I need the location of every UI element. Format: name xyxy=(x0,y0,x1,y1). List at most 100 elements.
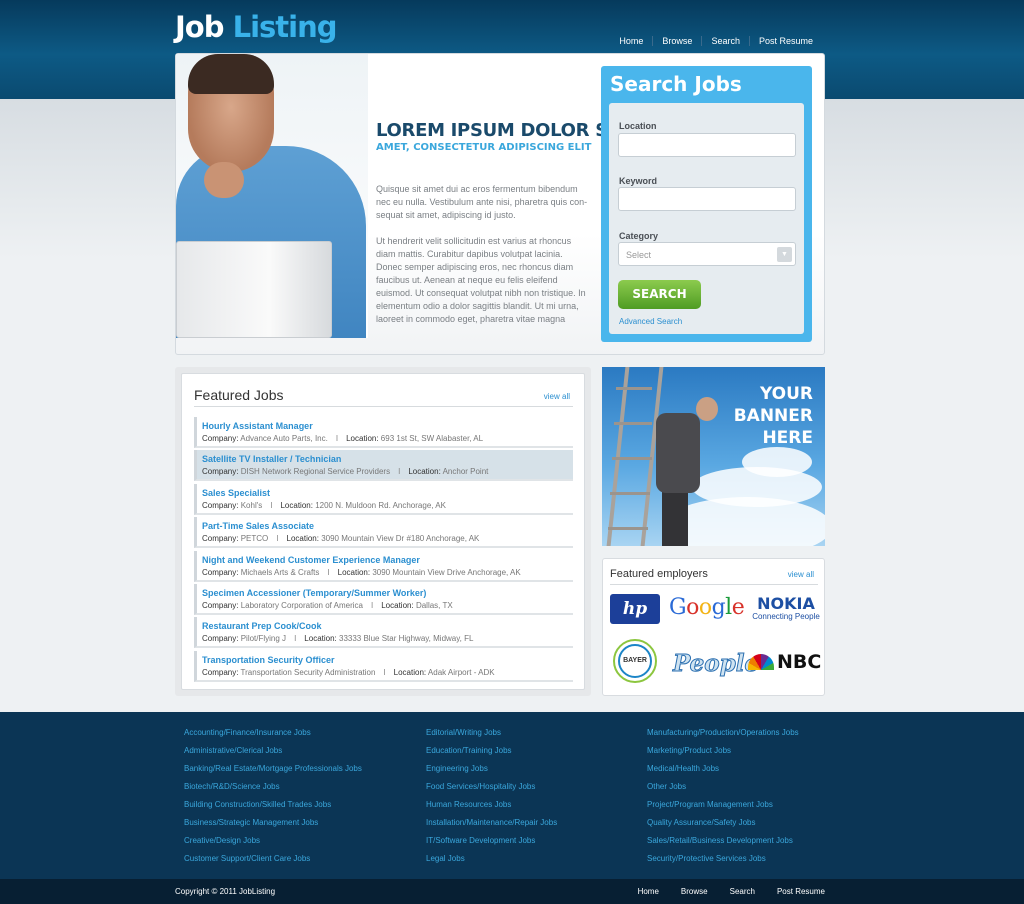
footer-category-link[interactable]: Food Services/Hospitality Jobs xyxy=(426,778,557,796)
location-label: Location: xyxy=(408,467,441,477)
ad-banner[interactable]: YOUR BANNER HERE xyxy=(602,367,825,546)
footer-category-link[interactable]: Project/Program Management Jobs xyxy=(647,796,799,814)
job-meta: Company: DISH Network Regional Service P… xyxy=(202,467,488,476)
job-row[interactable]: Part-Time Sales Associate Company: PETCO I… xyxy=(194,517,573,549)
job-meta: Company: Michaels Arts & Crafts I Location… xyxy=(202,568,521,577)
divider xyxy=(610,584,818,585)
nav-search[interactable]: Search xyxy=(701,36,749,46)
location-input[interactable] xyxy=(618,133,796,157)
advanced-search-link[interactable]: Advanced Search xyxy=(619,317,682,326)
location-label: Location: xyxy=(337,567,371,577)
footer-category-link[interactable]: Building Construction/Skilled Trades Job… xyxy=(184,796,362,814)
job-title-link[interactable]: Part-Time Sales Associate xyxy=(202,521,314,531)
job-title-link[interactable]: Night and Weekend Customer Experience Ma… xyxy=(202,555,420,565)
job-row[interactable]: Hourly Assistant Manager Company: Advance… xyxy=(194,417,573,448)
job-row[interactable]: Sales Specialist Company: Kohl's I Location… xyxy=(194,483,573,515)
location-value: 3090 Mountain View Drive Anchorage, AK xyxy=(372,567,521,577)
footer-category-link[interactable]: Administrative/Clerical Jobs xyxy=(184,742,362,760)
footer-nav: Home Browse Search Post Resume xyxy=(616,887,825,896)
nokia-logo-tagline: Connecting People xyxy=(752,612,820,621)
location-label: Location: xyxy=(393,667,427,677)
company-label: Company: xyxy=(202,434,239,443)
footer-category-link[interactable]: Security/Protective Services Jobs xyxy=(647,850,799,868)
job-row[interactable]: Transportation Security Officer Company: … xyxy=(194,650,573,682)
company-label: Company: xyxy=(202,467,239,477)
footer-category-link[interactable]: Marketing/Product Jobs xyxy=(647,742,799,760)
people-logo[interactable]: People xyxy=(672,650,759,678)
meta-separator: I xyxy=(270,500,273,510)
job-title-link[interactable]: Sales Specialist xyxy=(202,488,270,498)
logo-word-listing: Listing xyxy=(232,10,338,44)
footer-category-link[interactable]: Other Jobs xyxy=(647,778,799,796)
job-row[interactable]: Satellite TV Installer / Technician Compa… xyxy=(194,450,573,482)
job-title-link[interactable]: Transportation Security Officer xyxy=(202,655,335,665)
job-meta: Company: PETCO I Location: 3090 Mountain V… xyxy=(202,534,479,543)
footer-nav-home[interactable]: Home xyxy=(638,887,659,896)
meta-separator: I xyxy=(327,567,330,577)
footer-category-link[interactable]: Editorial/Writing Jobs xyxy=(426,724,557,742)
job-row[interactable]: Restaurant Prep Cook/Cook Company: Pilot/… xyxy=(194,617,573,649)
job-row[interactable]: Night and Weekend Customer Experience Ma… xyxy=(194,550,573,582)
meta-separator: I xyxy=(398,467,401,477)
hero-paragraph-1: Quisque sit amet dui ac eros fermentum b… xyxy=(376,184,588,220)
job-title-link[interactable]: Hourly Assistant Manager xyxy=(202,421,313,431)
google-logo[interactable]: Google xyxy=(669,595,745,620)
meta-separator: I xyxy=(371,601,374,610)
hero-subtitle: AMET, CONSECTETUR ADIPISCING ELIT xyxy=(376,142,592,153)
nav-home[interactable]: Home xyxy=(610,36,652,46)
footer-category-link[interactable]: Sales/Retail/Business Development Jobs xyxy=(647,832,799,850)
location-value: Anchor Point xyxy=(442,467,489,477)
footer-category-link[interactable]: Engineering Jobs xyxy=(426,760,557,778)
footer-category-link[interactable]: Quality Assurance/Safety Jobs xyxy=(647,814,799,832)
job-title-link[interactable]: Specimen Accessioner (Temporary/Summer W… xyxy=(202,588,426,598)
hero-title: LOREM IPSUM DOLOR SIT xyxy=(376,120,627,141)
hp-logo[interactable]: hp xyxy=(610,594,660,624)
nbc-logo[interactable]: NBC xyxy=(748,651,821,673)
nav-post-resume[interactable]: Post Resume xyxy=(748,36,822,46)
featured-employers-view-all[interactable]: view all xyxy=(788,570,814,579)
footer-nav-browse[interactable]: Browse xyxy=(681,887,708,896)
footer-category-link[interactable]: Creative/Design Jobs xyxy=(184,832,362,850)
nbc-logo-text: NBC xyxy=(777,651,822,673)
footer-nav-post-resume[interactable]: Post Resume xyxy=(777,887,825,896)
peacock-icon xyxy=(748,654,774,670)
footer-category-link[interactable]: Education/Training Jobs xyxy=(426,742,557,760)
featured-jobs-view-all[interactable]: view all xyxy=(544,392,570,401)
keyword-input[interactable] xyxy=(618,187,796,211)
site-logo[interactable]: Job Listing xyxy=(175,10,338,44)
company-label: Company: xyxy=(202,500,239,510)
footer-category-link[interactable]: Human Resources Jobs xyxy=(426,796,557,814)
footer-category-link[interactable]: Manufacturing/Production/Operations Jobs xyxy=(647,724,799,742)
footer-category-link[interactable]: Accounting/Finance/Insurance Jobs xyxy=(184,724,362,742)
footer-category-link[interactable]: IT/Software Development Jobs xyxy=(426,832,557,850)
nokia-logo[interactable]: NOKIA Connecting People xyxy=(750,596,822,622)
footer-category-link[interactable]: Installation/Maintenance/Repair Jobs xyxy=(426,814,557,832)
footer-category-link[interactable]: Legal Jobs xyxy=(426,850,557,868)
job-title-link[interactable]: Satellite TV Installer / Technician xyxy=(202,454,341,464)
footer-category-link[interactable]: Business/Strategic Management Jobs xyxy=(184,814,362,832)
bayer-logo[interactable]: BAYER xyxy=(613,639,657,683)
banner-line-1: YOUR xyxy=(759,384,813,404)
meta-separator: I xyxy=(383,667,386,677)
company-label: Company: xyxy=(202,667,239,677)
keyword-label: Keyword xyxy=(619,176,658,186)
footer-nav-search[interactable]: Search xyxy=(730,887,755,896)
job-row[interactable]: Specimen Accessioner (Temporary/Summer W… xyxy=(194,584,573,615)
footer-category-link[interactable]: Medical/Health Jobs xyxy=(647,760,799,778)
company-label: Company: xyxy=(202,534,239,544)
job-title-link[interactable]: Restaurant Prep Cook/Cook xyxy=(202,621,322,631)
featured-jobs-panel: Featured Jobs view all Hourly Assistant … xyxy=(175,367,591,696)
location-label: Location xyxy=(619,121,657,131)
search-button[interactable]: SEARCH xyxy=(618,280,701,309)
category-select[interactable]: Select ▼ xyxy=(618,242,796,266)
location-label: Location: xyxy=(381,601,414,610)
footer-column-3: Manufacturing/Production/Operations Jobs… xyxy=(647,724,799,868)
nav-browse[interactable]: Browse xyxy=(652,36,701,46)
search-jobs-panel: Search Jobs Location Keyword Category Se… xyxy=(601,66,812,342)
banner-person-image xyxy=(650,395,718,546)
footer-category-link[interactable]: Biotech/R&D/Science Jobs xyxy=(184,778,362,796)
footer-category-link[interactable]: Customer Support/Client Care Jobs xyxy=(184,850,362,868)
footer-category-link[interactable]: Banking/Real Estate/Mortgage Professiona… xyxy=(184,760,362,778)
location-label: Location: xyxy=(346,434,379,443)
category-label: Category xyxy=(619,231,659,241)
